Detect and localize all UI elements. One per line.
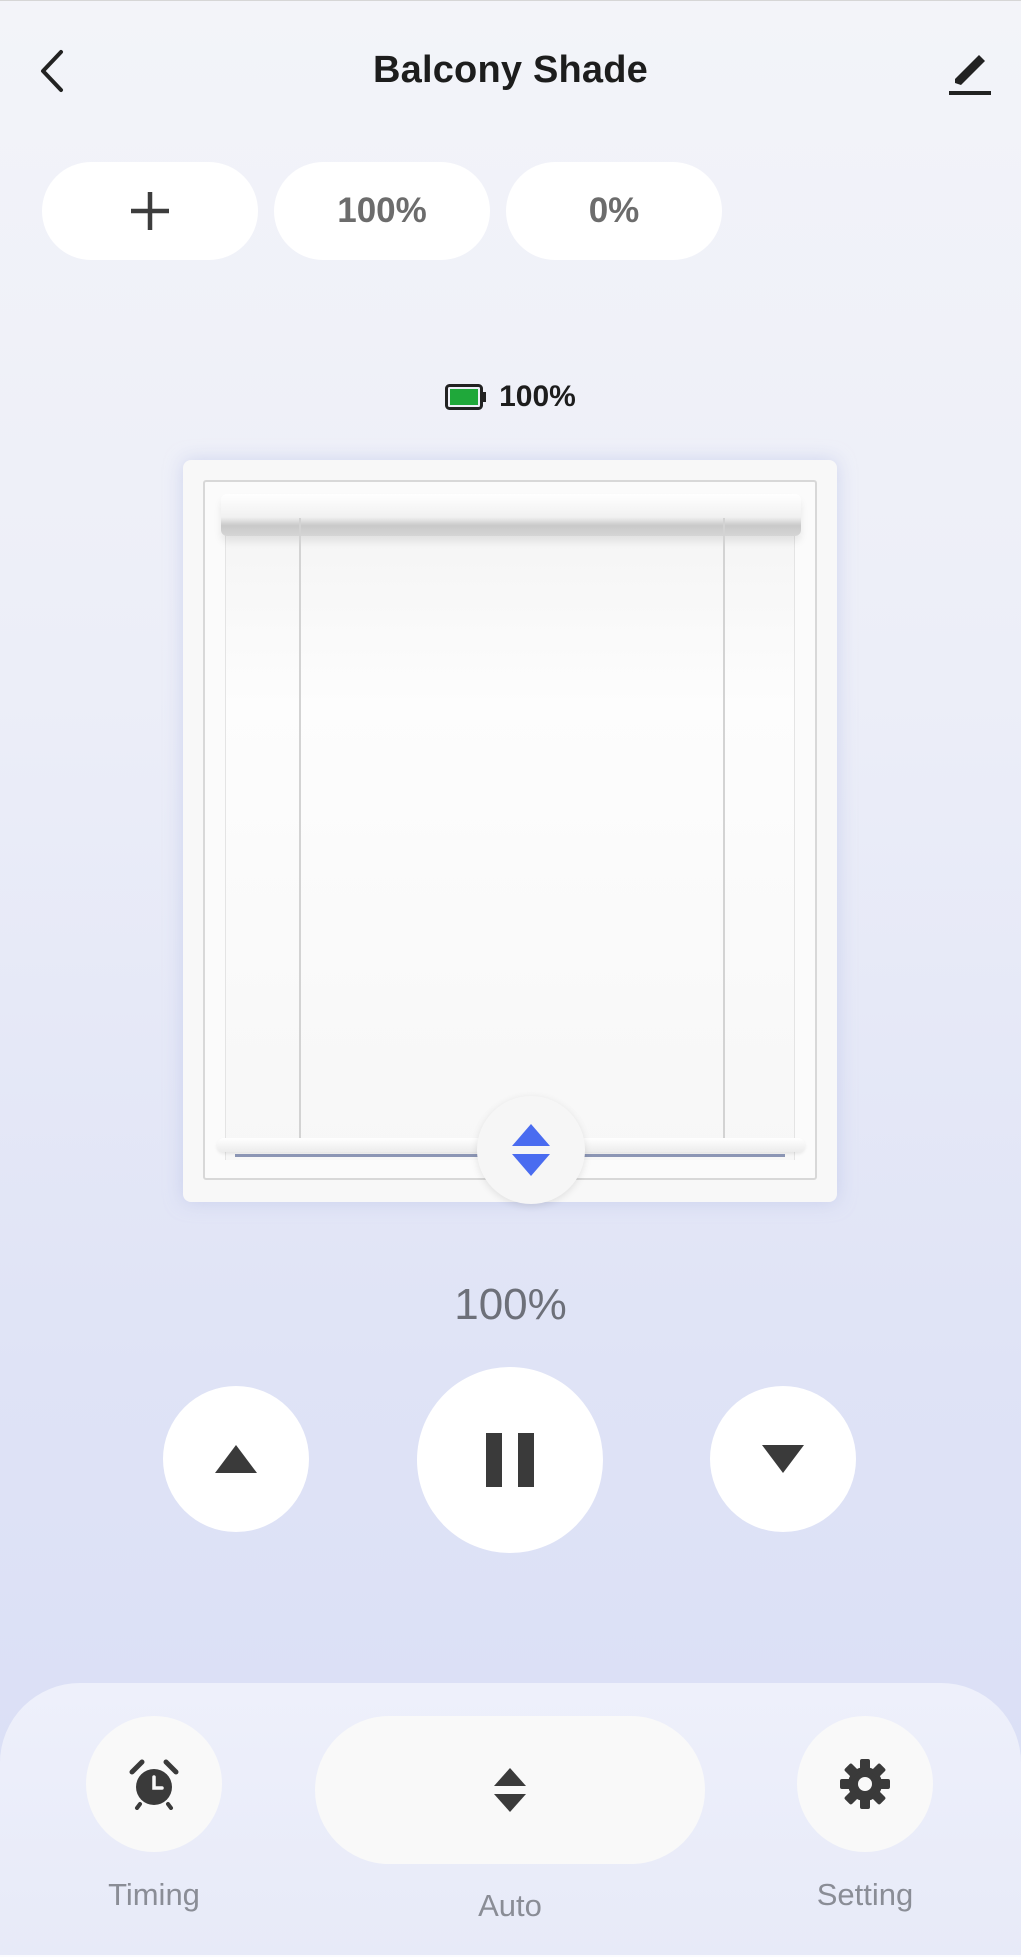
- window-frame: [203, 480, 817, 1204]
- shade-drag-handle[interactable]: [477, 1096, 585, 1204]
- bottom-panel: Timing Auto Setting: [0, 1683, 1021, 1957]
- up-down-icon: [494, 1768, 526, 1812]
- triangle-down-icon: [762, 1445, 804, 1473]
- pause-icon: [486, 1433, 534, 1487]
- pencil-icon: [949, 55, 991, 95]
- battery-label: 100%: [499, 380, 576, 413]
- battery-status: 100%: [0, 380, 1021, 414]
- open-button[interactable]: [163, 1386, 309, 1532]
- auto-button[interactable]: [315, 1716, 705, 1864]
- preset-row: 100% 0%: [42, 162, 722, 260]
- setting-label: Setting: [816, 1877, 914, 1912]
- timing-label: Timing: [108, 1877, 200, 1912]
- alarm-clock-icon: [129, 1759, 179, 1810]
- add-preset-button[interactable]: [42, 162, 258, 260]
- shade-roller: [221, 494, 801, 536]
- shade-fabric: [225, 510, 795, 1160]
- top-bar: Balcony Shade: [0, 0, 1021, 140]
- position-readout: 100%: [454, 1280, 567, 1329]
- edit-button[interactable]: [945, 45, 995, 99]
- shade-cord-right: [723, 518, 725, 1146]
- timing-button[interactable]: [86, 1716, 222, 1852]
- close-button[interactable]: [710, 1386, 856, 1532]
- up-down-arrows-icon: [512, 1124, 550, 1176]
- preset-100-button[interactable]: 100%: [274, 162, 490, 260]
- plus-icon: [131, 192, 169, 230]
- preset-0-button[interactable]: 0%: [506, 162, 722, 260]
- gear-icon: [840, 1759, 890, 1809]
- pause-button[interactable]: [417, 1367, 603, 1553]
- triangle-up-icon: [215, 1445, 257, 1473]
- setting-button[interactable]: [797, 1716, 933, 1852]
- shade-visual: [183, 460, 837, 1204]
- battery-icon: [445, 384, 487, 410]
- page-title: Balcony Shade: [372, 49, 649, 91]
- auto-label: Auto: [478, 1888, 542, 1923]
- shade-cord-left: [299, 518, 301, 1146]
